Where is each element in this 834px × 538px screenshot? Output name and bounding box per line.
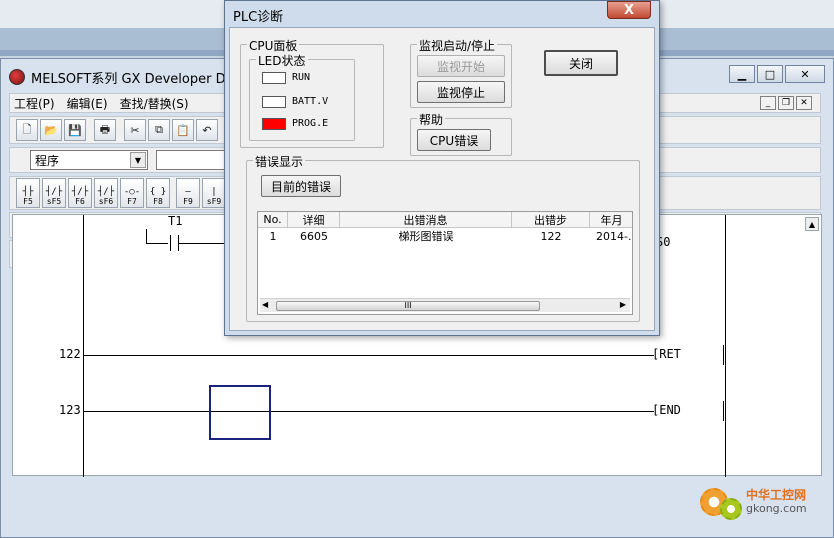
led-prog-error: [262, 118, 286, 130]
open-folder-icon[interactable]: 📂: [40, 119, 62, 141]
left-power-rail: [83, 215, 84, 477]
error-display-label: 错误显示: [253, 153, 306, 170]
help-group: 帮助 CPU错误: [410, 111, 512, 156]
cell-error-step: 122: [540, 229, 562, 243]
instruction-end: [END: [652, 403, 681, 417]
close-icon[interactable]: ✕: [785, 65, 825, 83]
scroll-left-icon[interactable]: ◀: [262, 300, 268, 309]
watermark-logo: 中华工控网 gkong.com: [700, 484, 807, 520]
col-detail[interactable]: 详细: [288, 212, 340, 227]
error-table[interactable]: No. 详细 出错消息 出错步 年月 1 6605 梯形图错误 122 2014…: [257, 211, 633, 315]
help-group-label: 帮助: [417, 111, 446, 128]
ret-end-bracket: [723, 345, 724, 365]
col-error-message[interactable]: 出错消息: [340, 212, 512, 227]
monitor-group-label: 监视启动/停止: [417, 37, 498, 54]
close-button[interactable]: 关闭: [544, 50, 618, 76]
step-number-123: 123: [59, 403, 81, 417]
led-batt: [262, 96, 286, 108]
led-run-label: RUN: [292, 72, 311, 83]
watermark-en: gkong.com: [746, 502, 807, 515]
fkey-f8-instruction[interactable]: { } F8: [146, 178, 170, 208]
right-power-rail: [725, 215, 726, 477]
fkey-sf9-vertical-line[interactable]: | sF9: [202, 178, 226, 208]
scroll-thumb[interactable]: III: [276, 301, 540, 311]
window-controls: ▁ □ ✕: [729, 65, 825, 83]
cell-date: 2014-.: [596, 229, 632, 243]
dialog-title: PLC诊断: [233, 10, 284, 25]
monitor-start-button[interactable]: 监视开始: [417, 55, 505, 77]
branch-line-h: [146, 243, 168, 244]
save-icon[interactable]: 💾: [64, 119, 86, 141]
cell-no: 1: [269, 229, 277, 243]
watermark-text: 中华工控网 gkong.com: [746, 488, 807, 516]
program-name-field[interactable]: [156, 150, 226, 170]
gear-green-icon: [720, 498, 742, 520]
mdi-controls: _ ❐ ✕: [760, 96, 812, 110]
col-no[interactable]: No.: [258, 212, 288, 227]
rung-line-122: [84, 355, 654, 356]
mdi-restore-icon[interactable]: ❐: [778, 96, 794, 110]
app-title: MELSOFT系列 GX Developer D:\快: [31, 71, 248, 87]
fkey-sf6-parallel-closed[interactable]: ┤/├ sF6: [94, 178, 118, 208]
print-icon[interactable]: 🖶: [94, 119, 116, 141]
monitor-group: 监视启动/停止 监视开始 监视停止: [410, 37, 512, 108]
col-date[interactable]: 年月: [590, 212, 632, 227]
end-bracket: [723, 401, 724, 421]
fkey-f7-coil[interactable]: -○- F7: [120, 178, 144, 208]
fkey-sf5-parallel-open[interactable]: ┤/├ sF5: [42, 178, 66, 208]
menu-find-replace[interactable]: 查找/替换(S): [120, 95, 189, 112]
program-select-value: 程序: [35, 153, 60, 168]
watermark-cn: 中华工控网: [746, 488, 807, 502]
paste-icon[interactable]: 📋: [172, 119, 194, 141]
led-run: [262, 72, 286, 84]
dialog-body: CPU面板 LED状态 RUN BATT.V PROG.E 监视启动/停止 监视…: [229, 27, 655, 331]
error-table-header: No. 详细 出错消息 出错步 年月: [258, 212, 632, 228]
contact-out-line: [179, 243, 227, 244]
program-select[interactable]: 程序 ▼: [30, 150, 148, 170]
new-file-icon[interactable]: 🗋: [16, 119, 38, 141]
app-titlebar: MELSOFT系列 GX Developer D:\快: [9, 67, 247, 87]
horizontal-scrollbar[interactable]: ◀ III ▶: [260, 298, 630, 312]
cell-detail: 6605: [300, 229, 328, 243]
scroll-up-icon[interactable]: ▲: [805, 217, 819, 231]
mdi-minimize-icon[interactable]: _: [760, 96, 776, 110]
error-display-group: 错误显示 目前的错误 No. 详细 出错消息 出错步 年月 1 6605 梯形图…: [246, 153, 640, 322]
undo-icon[interactable]: ↶: [196, 119, 218, 141]
monitor-stop-button[interactable]: 监视停止: [417, 81, 505, 103]
led-batt-label: BATT.V: [292, 96, 329, 107]
fkey-f6-closed-contact[interactable]: ┤/├ F6: [68, 178, 92, 208]
fkey-f9-horizontal-line[interactable]: — F9: [176, 178, 200, 208]
current-error-button[interactable]: 目前的错误: [261, 175, 341, 197]
plc-diagnosis-dialog: PLC诊断 X CPU面板 LED状态 RUN BATT.V PROG.E 监视…: [224, 0, 660, 336]
cut-icon[interactable]: ✂: [124, 119, 146, 141]
mdi-close-icon[interactable]: ✕: [796, 96, 812, 110]
menu-project[interactable]: 工程(P): [14, 95, 55, 112]
scroll-right-icon[interactable]: ▶: [620, 300, 626, 309]
melsoft-logo-icon: [9, 69, 25, 85]
table-row[interactable]: 1 6605 梯形图错误 122 2014-.: [258, 229, 632, 244]
step-number-122: 122: [59, 347, 81, 361]
instruction-ret: [RET: [652, 347, 681, 361]
led-status-label: LED状态: [256, 52, 308, 69]
fkey-f5-open-contact[interactable]: ┤├ F5: [16, 178, 40, 208]
edit-cursor[interactable]: [209, 385, 271, 440]
branch-line: [146, 229, 147, 243]
maximize-icon[interactable]: □: [757, 65, 783, 83]
dialog-close-icon[interactable]: X: [607, 1, 651, 19]
col-error-step[interactable]: 出错步: [512, 212, 590, 227]
rung-line-123: [84, 411, 654, 412]
led-status-group: LED状态 RUN BATT.V PROG.E: [249, 52, 355, 141]
cpu-error-button[interactable]: CPU错误: [417, 129, 491, 151]
copy-icon[interactable]: ⧉: [148, 119, 170, 141]
menu-edit[interactable]: 编辑(E): [67, 95, 108, 112]
cell-error-message: 梯形图错误: [398, 230, 454, 243]
led-prog-label: PROG.E: [292, 118, 329, 129]
contact-label: T1: [168, 214, 183, 228]
contact-left-bar: [170, 235, 171, 251]
minimize-icon[interactable]: ▁: [729, 65, 755, 83]
chevron-down-icon[interactable]: ▼: [130, 152, 146, 168]
cpu-panel-group: CPU面板 LED状态 RUN BATT.V PROG.E: [240, 37, 384, 148]
